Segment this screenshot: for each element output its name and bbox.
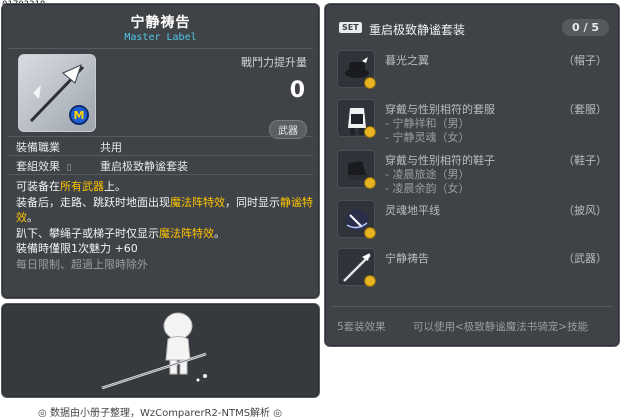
- set-item-type: （帽子）: [563, 54, 607, 67]
- divider: [8, 136, 313, 137]
- item-icon-box: M: [18, 54, 96, 132]
- power-label: 戰鬥力提升量: [241, 56, 307, 69]
- description-text: 上。: [104, 180, 126, 193]
- highlight-text: 魔法阵特效: [159, 226, 214, 240]
- set-item-name: 宁静祷告: [385, 252, 429, 265]
- grade-label: Master Label: [124, 32, 197, 43]
- cape-icon: [337, 200, 376, 239]
- set-item-name: 暮光之翼: [385, 54, 429, 67]
- set-item-cape: 灵魂地平线 （披风）: [337, 200, 615, 244]
- set-item-type: （套服）: [563, 103, 607, 116]
- set-tag-badge: SET: [339, 22, 362, 33]
- description-text: ，同时显示: [225, 195, 280, 209]
- character-preview-panel: [1, 303, 320, 398]
- description-text: 。: [27, 211, 38, 224]
- set-item-weapon: 宁静祷告 （武器）: [337, 248, 615, 292]
- set-name: 重启极致静谧套装: [369, 23, 466, 37]
- divider: [8, 48, 313, 49]
- set-count-badge: 0 / 5: [562, 19, 609, 36]
- set-effect-label: 套組效果: [16, 160, 60, 173]
- item-tooltip-panel: 宁静祷告 Master Label M 戰鬥力提升量 0 武器 裝備職業 共用 …: [1, 3, 320, 299]
- wand-icon: M: [29, 64, 89, 125]
- power-value: 0: [289, 78, 305, 103]
- set-effect-count: 5套装效果: [337, 321, 386, 333]
- item-name: 宁静祷告: [130, 15, 191, 31]
- description-text: 装备后，走路、跳跃时地面出现: [16, 195, 170, 209]
- set-effect-desc: 可以使用<极致静谧魔法书骑宠>技能: [413, 321, 589, 333]
- set-item-hat: 暮光之翼 （帽子）: [337, 50, 615, 94]
- description-text: 可装备在: [16, 180, 60, 193]
- job-row: 裝備職業 共用: [16, 139, 122, 155]
- set-item-shoes: 穿戴与性别相符的鞋子 - 凌晨旅途（男） - 凌晨余韵（女） （鞋子）: [337, 150, 615, 195]
- weapon-icon: [337, 248, 376, 287]
- item-description: 可装备在所有武器上。 装备后，走路、跳跃时地面出现魔法阵特效，同时显示静谧特效。趴…: [16, 179, 316, 272]
- svg-text:M: M: [74, 109, 85, 122]
- note-text: 每日限制、超過上限時除外: [16, 257, 148, 271]
- set-item-overall: 穿戴与性别相符的套服 - 宁静祥和（男） - 宁静灵魂（女） （套服）: [337, 99, 615, 144]
- set-effect-row: 套組效果 ▯ 重启极致静谧套装: [16, 158, 188, 174]
- highlight-text: 魔法阵特效: [170, 195, 225, 209]
- divider: [331, 306, 613, 307]
- set-item-name: 灵魂地平线: [385, 204, 440, 217]
- divider: [8, 155, 313, 156]
- set-item-type: （武器）: [563, 252, 607, 265]
- description-text: 。: [214, 226, 225, 240]
- description-text: 趴下、攀绳子或梯子时仅显示: [16, 226, 159, 240]
- divider: [8, 174, 313, 175]
- overall-icon: [337, 99, 376, 138]
- set-item-variant: - 凌晨余韵（女）: [385, 182, 470, 195]
- lock-icon: ▯: [66, 163, 72, 173]
- set-effect-value: 重启极致静谧套装: [100, 160, 188, 173]
- set-item-variant: - 宁静灵魂（女）: [385, 131, 470, 144]
- character-preview: [101, 312, 207, 390]
- shoes-icon: [337, 150, 376, 189]
- set-item-type: （鞋子）: [563, 154, 607, 167]
- set-item-type: （披风）: [563, 204, 607, 217]
- job-label: 裝備職業: [16, 141, 60, 154]
- job-value: 共用: [100, 141, 122, 154]
- set-info-panel: SET 重启极致静谧套装 0 / 5 暮光之翼 （帽子） 穿戴与性别相符的套服 …: [324, 3, 620, 347]
- highlight-text: 所有武器: [60, 180, 104, 193]
- footer-credit: ◎ 数据由小册子整理，WzComparerR2-NTMS解析 ◎: [38, 408, 282, 419]
- hat-icon: [337, 50, 376, 89]
- description-text: 裝備時僅限1次魅力 +60: [16, 242, 138, 255]
